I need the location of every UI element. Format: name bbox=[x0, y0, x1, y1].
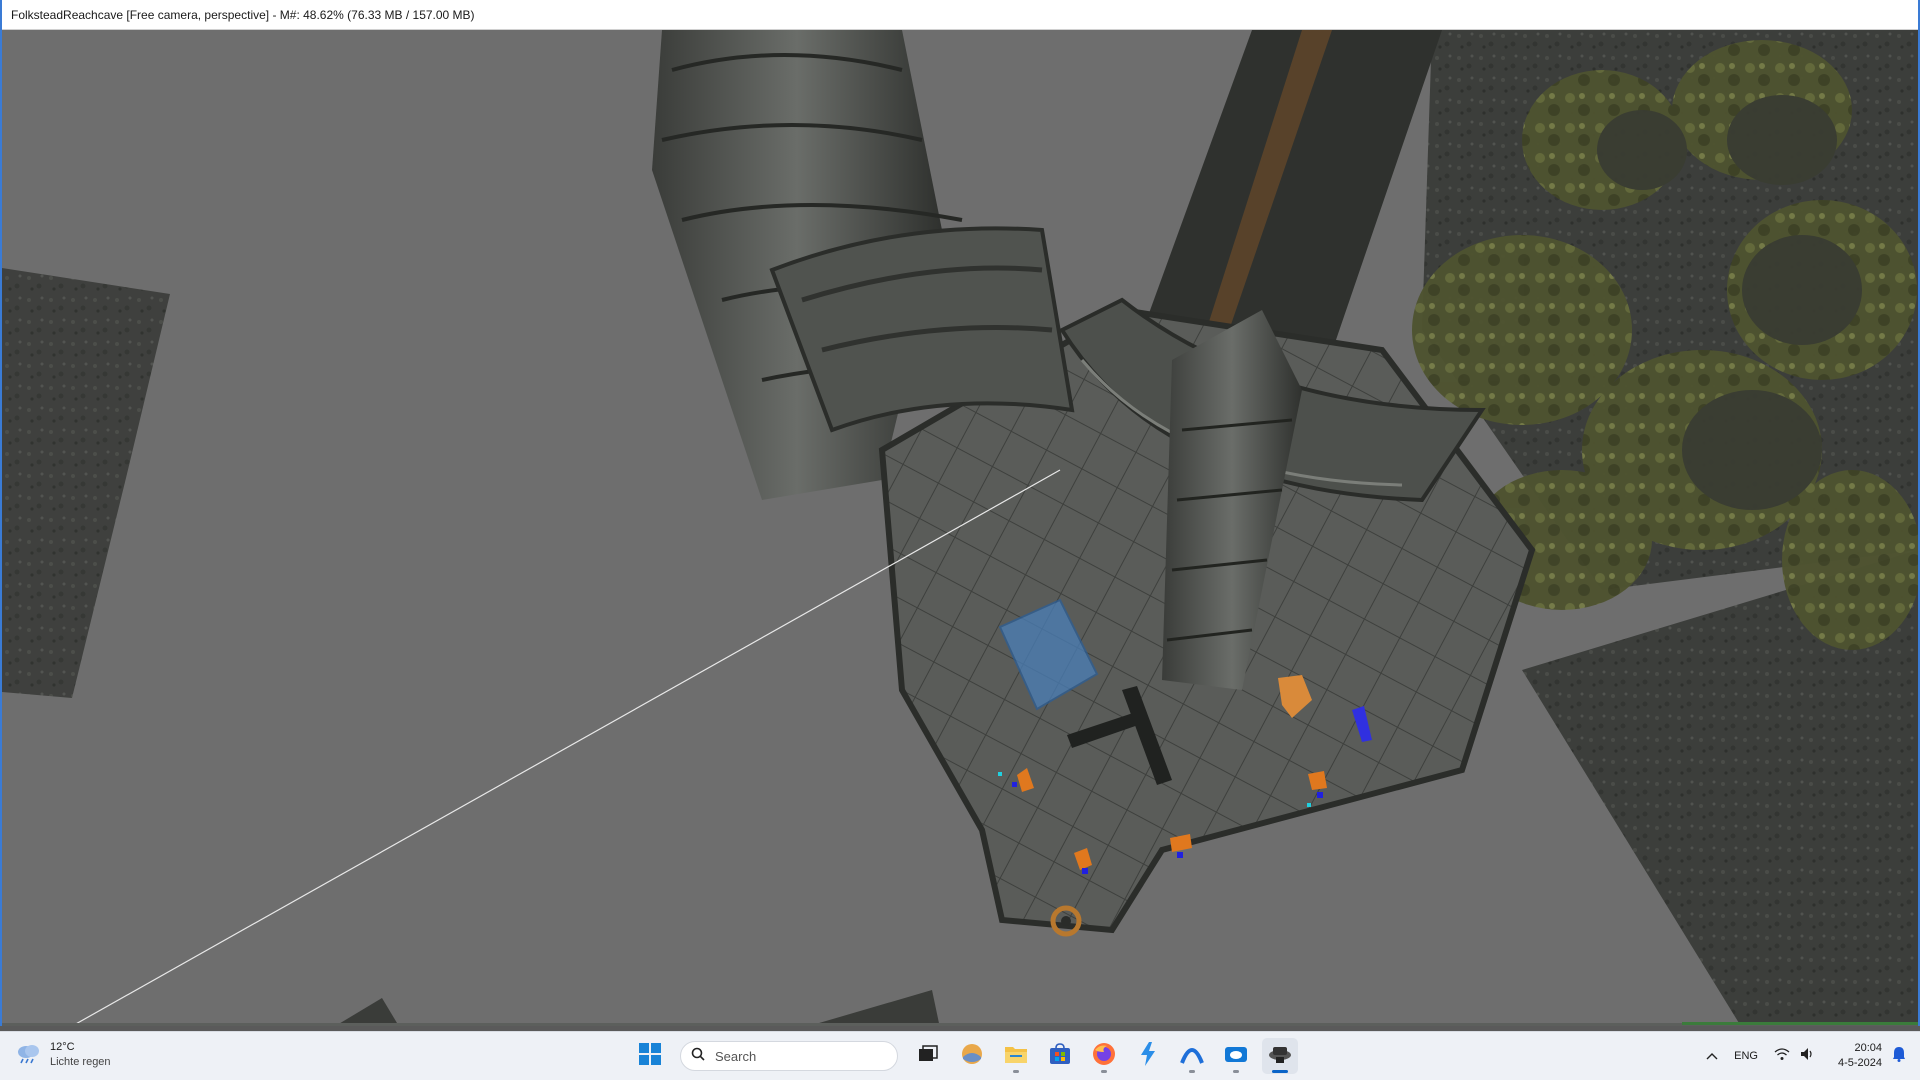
folder-icon bbox=[1004, 1044, 1028, 1069]
weather-temperature: 12°C bbox=[50, 1041, 75, 1053]
weather-condition: Lichte regen bbox=[50, 1056, 111, 1068]
active-indicator bbox=[1272, 1070, 1288, 1073]
cloud-rain-icon bbox=[16, 1042, 42, 1069]
window-title: FolksteadReachcave [Free camera, perspec… bbox=[11, 7, 475, 22]
cloud-folder-icon bbox=[1224, 1044, 1248, 1069]
creation-kit-render-window: FolksteadReachcave [Free camera, perspec… bbox=[0, 0, 1920, 1031]
search-input[interactable] bbox=[713, 1047, 887, 1065]
taskbar-center bbox=[632, 1038, 1298, 1074]
chevron-up-icon[interactable] bbox=[1706, 1047, 1718, 1065]
taskbar-search[interactable] bbox=[680, 1041, 898, 1071]
clock-time: 20:04 bbox=[1854, 1042, 1882, 1054]
task-view-button[interactable] bbox=[910, 1038, 946, 1074]
widgets-button[interactable] bbox=[954, 1038, 990, 1074]
creation-kit-icon bbox=[1268, 1043, 1292, 1070]
firefox-icon bbox=[1092, 1042, 1116, 1071]
bell-icon[interactable] bbox=[1892, 1046, 1906, 1067]
running-indicator bbox=[1101, 1070, 1107, 1073]
system-tray: ENG 20:04 4-5-2024 bbox=[1706, 1038, 1906, 1074]
store-icon bbox=[1049, 1042, 1071, 1070]
windows-logo-icon bbox=[639, 1042, 661, 1070]
weather-widget[interactable]: 12°C Lichte regen bbox=[16, 1040, 111, 1070]
running-indicator bbox=[1233, 1070, 1239, 1073]
clock[interactable]: 20:04 4-5-2024 bbox=[1838, 1041, 1882, 1071]
creation-kit-button[interactable] bbox=[1262, 1038, 1298, 1074]
3d-render-viewport[interactable] bbox=[2, 30, 1918, 1028]
scene-render[interactable] bbox=[2, 30, 1918, 1028]
bolt-app-button[interactable] bbox=[1130, 1038, 1166, 1074]
widgets-icon bbox=[961, 1043, 983, 1070]
cloud-folder-app-button[interactable] bbox=[1218, 1038, 1254, 1074]
arc-icon bbox=[1180, 1043, 1204, 1070]
running-indicator bbox=[1189, 1070, 1195, 1073]
bolt-icon bbox=[1138, 1041, 1158, 1071]
task-view-icon bbox=[918, 1044, 938, 1068]
firefox-button[interactable] bbox=[1086, 1038, 1122, 1074]
volume-icon[interactable] bbox=[1800, 1047, 1816, 1066]
clock-date: 4-5-2024 bbox=[1837, 1057, 1882, 1069]
arc-app-button[interactable] bbox=[1174, 1038, 1210, 1074]
window-titlebar[interactable]: FolksteadReachcave [Free camera, perspec… bbox=[2, 0, 1918, 30]
language-indicator[interactable]: ENG bbox=[1734, 1050, 1758, 1062]
file-explorer-button[interactable] bbox=[998, 1038, 1034, 1074]
search-icon bbox=[691, 1047, 705, 1066]
wifi-icon[interactable] bbox=[1774, 1047, 1790, 1066]
running-indicator bbox=[1013, 1070, 1019, 1073]
microsoft-store-button[interactable] bbox=[1042, 1038, 1078, 1074]
windows-taskbar: 12°C Lichte regen Search ENG 20:04 4-5-2… bbox=[0, 1031, 1920, 1080]
start-button[interactable] bbox=[632, 1038, 668, 1074]
